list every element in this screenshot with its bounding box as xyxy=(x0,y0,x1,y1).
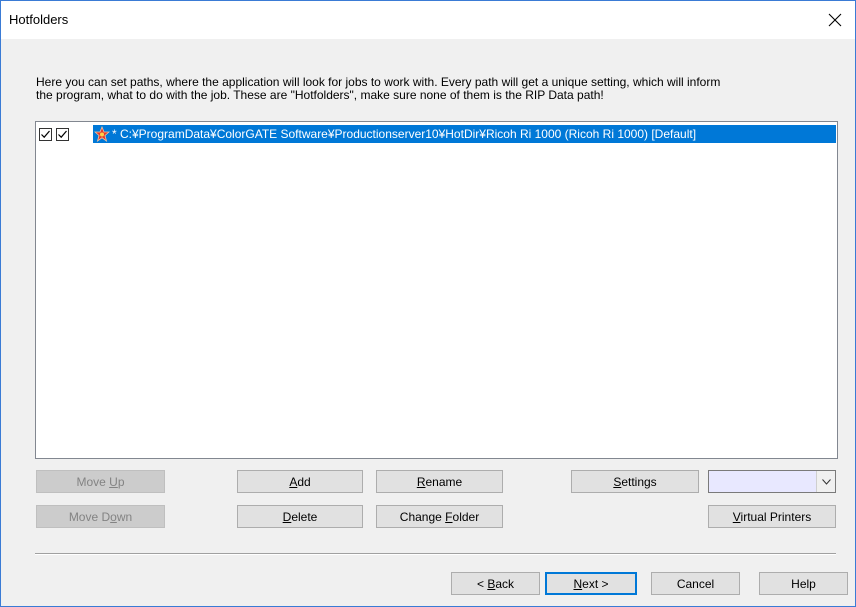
hotfolder-list[interactable]: * C:¥ProgramData¥ColorGATE Software¥Prod… xyxy=(35,121,838,459)
close-button[interactable] xyxy=(815,1,855,39)
add-button[interactable]: Add xyxy=(237,470,363,493)
move-up-button[interactable]: Move Up xyxy=(36,470,165,493)
printer-combobox[interactable] xyxy=(708,470,836,493)
hotfolder-row-selected[interactable]: * C:¥ProgramData¥ColorGATE Software¥Prod… xyxy=(93,125,836,143)
help-button[interactable]: Help xyxy=(759,572,848,595)
add-label: Add xyxy=(289,474,311,489)
next-label: Next > xyxy=(573,576,609,591)
change-folder-button[interactable]: Change Folder xyxy=(376,505,503,528)
checkmark-icon xyxy=(58,130,67,138)
help-label: Help xyxy=(791,576,816,591)
virtual-printers-button[interactable]: Virtual Printers xyxy=(708,505,836,528)
settings-label: Settings xyxy=(613,474,657,489)
virtual-printers-label: Virtual Printers xyxy=(732,509,812,524)
description-text: Here you can set paths, where the applic… xyxy=(36,75,721,102)
cancel-button[interactable]: Cancel xyxy=(651,572,740,595)
list-item[interactable]: * C:¥ProgramData¥ColorGATE Software¥Prod… xyxy=(37,125,836,143)
cancel-label: Cancel xyxy=(676,576,715,591)
combo-dropdown-button[interactable] xyxy=(816,471,835,492)
move-down-label: Move Down xyxy=(68,509,133,524)
back-button[interactable]: < Back xyxy=(451,572,540,595)
active-checkbox[interactable] xyxy=(56,127,69,141)
dialog-client: Here you can set paths, where the applic… xyxy=(1,39,855,606)
title-bar: Hotfolders xyxy=(1,1,855,39)
window-title: Hotfolders xyxy=(9,12,69,27)
rename-button[interactable]: Rename xyxy=(376,470,503,493)
footer-divider xyxy=(35,553,836,555)
delete-label: Delete xyxy=(282,509,318,524)
change-folder-label: Change Folder xyxy=(399,509,480,524)
hotfolders-dialog: Hotfolders Here you can set paths, where… xyxy=(0,0,856,607)
move-up-label: Move Up xyxy=(76,474,125,489)
chevron-down-icon xyxy=(821,478,831,485)
default-star-icon xyxy=(94,126,110,142)
rename-label: Rename xyxy=(416,474,463,489)
enable-checkbox[interactable] xyxy=(39,127,52,141)
next-button[interactable]: Next > xyxy=(545,572,637,595)
delete-button[interactable]: Delete xyxy=(237,505,363,528)
move-down-button[interactable]: Move Down xyxy=(36,505,165,528)
checkmark-icon xyxy=(41,130,50,138)
back-label: < Back xyxy=(476,576,515,591)
close-icon xyxy=(828,13,842,27)
hotfolder-path: * C:¥ProgramData¥ColorGATE Software¥Prod… xyxy=(112,127,697,141)
settings-button[interactable]: Settings xyxy=(571,470,699,493)
